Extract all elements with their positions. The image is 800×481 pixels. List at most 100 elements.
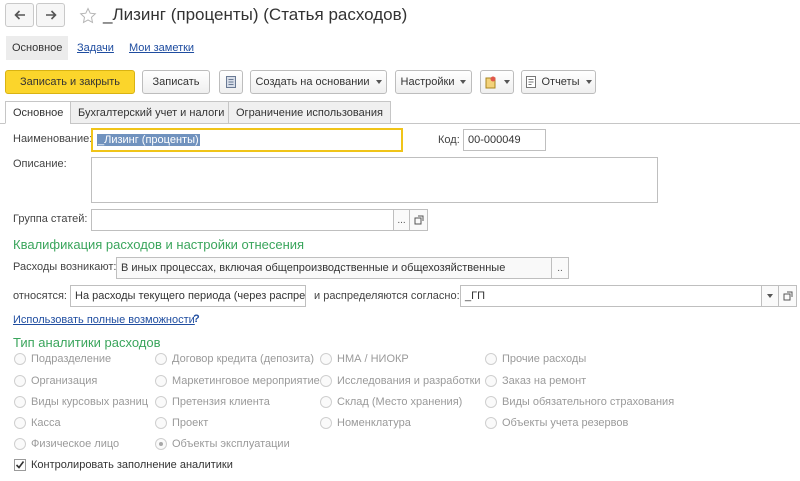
create-based-on-label: Создать на основании [255,76,370,88]
control-checkbox[interactable] [14,459,26,471]
chevron-down-icon [504,80,510,84]
analytics-header: Тип аналитики расходов [13,335,161,350]
attachments-button[interactable] [480,70,514,94]
help-icon[interactable]: ? [193,313,200,325]
distribute-input[interactable]: _ГП [460,285,762,307]
analytics-radio-option[interactable]: Склад (Место хранения) [320,394,462,410]
radio-icon [320,353,332,365]
tab-main[interactable]: Основное [5,101,72,124]
analytics-radio-label: Виды обязательного страхования [502,396,675,408]
analytics-radio-label: Организация [31,375,98,387]
document-icon [226,76,236,88]
radio-icon [14,417,26,429]
chevron-down-icon [585,80,592,84]
distribute-open-button[interactable] [778,285,797,307]
tab-restrictions[interactable]: Ограничение использования [228,101,391,124]
analytics-radio-option[interactable]: Физическое лицо [14,436,119,452]
analytics-radio-option[interactable]: Номенклатура [320,415,411,431]
analytics-radio-option[interactable]: Виды обязательного страхования [485,394,674,410]
arises-input[interactable]: В иных процессах, включая общепроизводст… [116,257,552,279]
group-select-button[interactable]: ... [393,209,410,231]
radio-icon [485,396,497,408]
back-button[interactable] [5,3,34,27]
section-main[interactable]: Основное [6,36,69,60]
reports-label: Отчеты [541,76,580,88]
analytics-radio-label: НМА / НИОКР [337,353,409,365]
check-icon [15,461,25,469]
analytics-radio-option[interactable]: Заказ на ремонт [485,373,586,389]
forward-button[interactable] [36,3,65,27]
description-label: Описание: [13,158,67,170]
arises-select-button[interactable]: .. [551,257,569,279]
analytics-radio-label: Виды курсовых разниц [31,396,149,408]
analytics-radio-option[interactable]: Объекты эксплуатации [155,436,290,452]
distribute-label: и распределяются согласно: [314,290,460,302]
radio-icon [155,438,167,450]
analytics-radio-label: Подразделение [31,353,112,365]
analytics-radio-label: Объекты эксплуатации [172,438,290,450]
open-icon [783,291,792,301]
name-input[interactable]: _Лизинг (проценты) [91,128,403,152]
analytics-radio-option[interactable]: Договор кредита (депозита) [155,351,314,367]
relate-label: относятся: [13,290,67,302]
radio-icon [320,417,332,429]
settings-label: Настройки [400,76,455,88]
analytics-radio-option[interactable]: Виды курсовых разниц [14,394,148,410]
tab-accounting[interactable]: Бухгалтерский учет и налоги [70,101,233,124]
analytics-radio-option[interactable]: Исследования и разработки [320,373,481,389]
radio-icon [155,396,167,408]
analytics-radio-label: Претензия клиента [172,396,270,408]
radio-icon [485,375,497,387]
chevron-down-icon [460,80,467,84]
description-textarea[interactable] [91,157,658,203]
analytics-radio-label: Физическое лицо [31,438,120,450]
analytics-radio-option[interactable]: Касса [14,415,61,431]
analytics-radio-label: Номенклатура [337,417,411,429]
analytics-radio-option[interactable]: Объекты учета резервов [485,415,628,431]
code-label: Код: [438,134,460,146]
group-input[interactable] [91,209,394,231]
radio-icon [14,353,26,365]
arises-label: Расходы возникают: [13,261,117,273]
print-button[interactable] [219,70,243,94]
relate-input[interactable]: На расходы текущего периода (через распр… [70,285,306,307]
analytics-radio-option[interactable]: НМА / НИОКР [320,351,409,367]
radio-icon [14,375,26,387]
group-label: Группа статей: [13,213,88,225]
radio-icon [320,375,332,387]
name-value: _Лизинг (проценты) [97,134,200,146]
section-tasks[interactable]: Задачи [71,36,120,60]
chevron-down-icon [767,294,773,298]
radio-icon [155,375,167,387]
reports-button[interactable]: Отчеты [521,70,596,94]
full-capabilities-link[interactable]: Использовать полные возможности [13,314,195,326]
radio-icon [155,417,167,429]
create-based-on-button[interactable]: Создать на основании [250,70,387,94]
code-input[interactable]: 00-000049 [463,129,546,151]
window-title: _Лизинг (проценты) (Статья расходов) [103,5,408,24]
name-label: Наименование: [13,133,93,145]
report-icon [526,76,537,88]
analytics-radio-label: Прочие расходы [502,353,587,365]
distribute-dropdown-button[interactable] [761,285,779,307]
group-open-button[interactable] [409,209,428,231]
open-icon [414,215,423,225]
analytics-radio-option[interactable]: Подразделение [14,351,111,367]
settings-button[interactable]: Настройки [395,70,472,94]
qualification-header: Квалификация расходов и настройки отнесе… [13,237,305,252]
radio-icon [155,353,167,365]
arrow-right-icon [45,10,57,20]
radio-icon [14,396,26,408]
save-button[interactable]: Записать [142,70,210,94]
radio-icon [485,353,497,365]
save-and-close-button[interactable]: Записать и закрыть [5,70,135,94]
analytics-radio-label: Склад (Место хранения) [337,396,463,408]
analytics-radio-option[interactable]: Претензия клиента [155,394,270,410]
analytics-radio-option[interactable]: Организация [14,373,97,389]
section-notes[interactable]: Мои заметки [123,36,200,60]
star-icon[interactable] [79,7,97,25]
analytics-radio-option[interactable]: Проект [155,415,208,431]
analytics-radio-option[interactable]: Маркетинговое мероприятие [155,373,320,389]
radio-icon [320,396,332,408]
analytics-radio-option[interactable]: Прочие расходы [485,351,586,367]
